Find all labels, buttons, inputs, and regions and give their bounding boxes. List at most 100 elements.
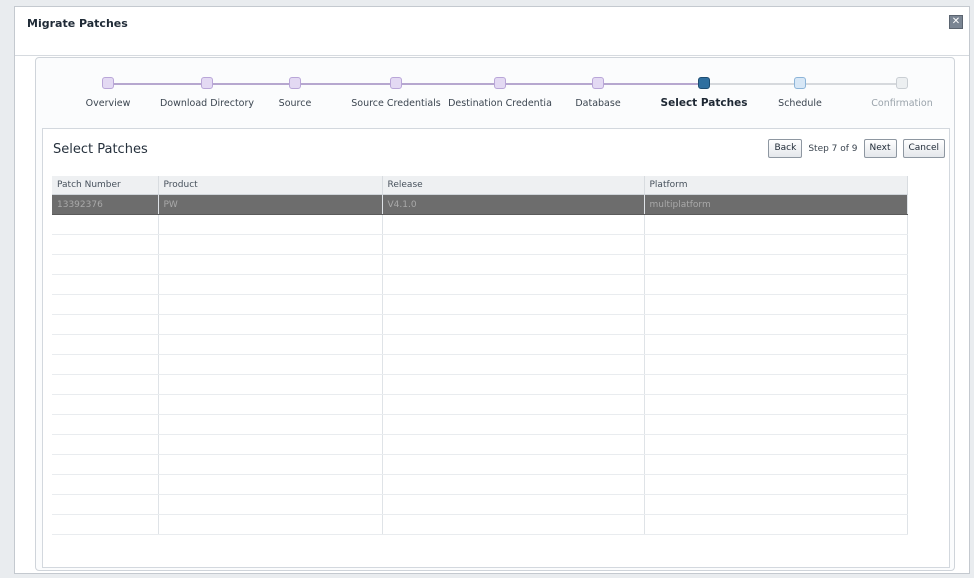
empty-table-cell [382, 474, 645, 495]
empty-table-cell [52, 474, 159, 495]
empty-table-cell [644, 394, 908, 415]
train-stop-node-icon[interactable] [592, 77, 604, 89]
empty-table-cell [158, 234, 383, 255]
empty-table-cell [644, 234, 908, 255]
title-divider [15, 55, 969, 56]
empty-table-cell [158, 274, 383, 295]
empty-table-cell [52, 514, 159, 535]
empty-table-row [52, 314, 908, 335]
train-stop-node-icon[interactable] [794, 77, 806, 89]
empty-table-cell [382, 354, 645, 375]
cancel-button[interactable]: Cancel [902, 139, 945, 158]
empty-table-cell [644, 494, 908, 515]
train-connector [295, 83, 396, 85]
dialog-title: Migrate Patches [27, 17, 128, 30]
empty-table-row [52, 254, 908, 275]
empty-table-cell [644, 214, 908, 235]
empty-table-cell [644, 434, 908, 455]
column-header-patch-number[interactable]: Patch Number [52, 176, 159, 195]
train-connector [108, 83, 207, 85]
empty-table-cell [382, 214, 645, 235]
empty-table-cell [644, 374, 908, 395]
empty-table-cell [382, 314, 645, 335]
empty-table-row [52, 454, 908, 475]
empty-table-cell [158, 494, 383, 515]
empty-table-cell [52, 494, 159, 515]
empty-table-row [52, 234, 908, 255]
train-connector [396, 83, 500, 85]
empty-table-cell [158, 414, 383, 435]
table-body: 13392376 PW V4.1.0 multiplatform [52, 194, 908, 535]
column-header-platform[interactable]: Platform [644, 176, 908, 195]
empty-table-cell [644, 414, 908, 435]
empty-table-cell [382, 274, 645, 295]
table-cell: multiplatform [644, 194, 908, 215]
empty-table-cell [52, 294, 159, 315]
empty-table-cell [644, 274, 908, 295]
empty-table-row [52, 414, 908, 435]
empty-table-cell [158, 334, 383, 355]
empty-table-cell [52, 354, 159, 375]
empty-table-cell [158, 354, 383, 375]
train-stop-node-icon[interactable] [102, 77, 114, 89]
empty-table-row [52, 274, 908, 295]
train-connector [598, 83, 704, 85]
train-stop-node-icon[interactable] [390, 77, 402, 89]
next-button[interactable]: Next [863, 139, 897, 158]
empty-table-cell [158, 434, 383, 455]
column-header-release[interactable]: Release [382, 176, 645, 195]
empty-table-cell [382, 514, 645, 535]
train-stop-node-icon[interactable] [289, 77, 301, 89]
empty-table-row [52, 514, 908, 535]
close-icon[interactable]: ✕ [949, 15, 963, 29]
empty-table-cell [52, 254, 159, 275]
empty-table-row [52, 354, 908, 375]
empty-table-row [52, 474, 908, 495]
step-indicator: Step 7 of 9 [808, 143, 858, 154]
empty-table-row [52, 334, 908, 355]
empty-table-cell [52, 234, 159, 255]
empty-table-cell [52, 414, 159, 435]
empty-table-row [52, 434, 908, 455]
train-stop-node-icon [896, 77, 908, 89]
empty-table-cell [158, 474, 383, 495]
wizard-frame: Overview Download Directory Source Source C… [35, 57, 955, 571]
empty-table-cell [644, 454, 908, 475]
empty-table-cell [52, 374, 159, 395]
empty-table-cell [382, 254, 645, 275]
empty-table-cell [644, 334, 908, 355]
empty-table-cell [158, 514, 383, 535]
empty-table-cell [644, 354, 908, 375]
train-connector [207, 83, 295, 85]
empty-table-cell [644, 474, 908, 495]
empty-table-row [52, 214, 908, 235]
table-row[interactable]: 13392376 PW V4.1.0 multiplatform [52, 194, 908, 215]
migrate-patches-dialog: Migrate Patches ✕ Overview Download Direc… [14, 6, 970, 574]
empty-table-cell [158, 254, 383, 275]
back-button[interactable]: Back [768, 139, 803, 158]
empty-table-cell [644, 294, 908, 315]
empty-table-cell [158, 394, 383, 415]
empty-table-row [52, 294, 908, 315]
empty-table-cell [382, 294, 645, 315]
train-stop-node-icon[interactable] [201, 77, 213, 89]
empty-table-cell [382, 394, 645, 415]
empty-table-cell [382, 334, 645, 355]
empty-table-cell [382, 374, 645, 395]
train-connector [704, 83, 800, 85]
wizard-toolbar: Back Step 7 of 9 Next Cancel [768, 139, 945, 158]
table-cell: 13392376 [52, 194, 159, 215]
select-patches-panel: Select Patches Back Step 7 of 9 Next Can… [42, 128, 950, 568]
empty-table-cell [644, 254, 908, 275]
empty-table-row [52, 494, 908, 515]
empty-table-cell [382, 234, 645, 255]
empty-table-row [52, 394, 908, 415]
empty-table-cell [382, 414, 645, 435]
empty-table-cell [52, 434, 159, 455]
column-header-product[interactable]: Product [158, 176, 383, 195]
empty-table-cell [158, 214, 383, 235]
empty-table-cell [52, 394, 159, 415]
empty-table-cell [52, 314, 159, 335]
train-stop-node-icon[interactable] [494, 77, 506, 89]
empty-table-cell [52, 214, 159, 235]
